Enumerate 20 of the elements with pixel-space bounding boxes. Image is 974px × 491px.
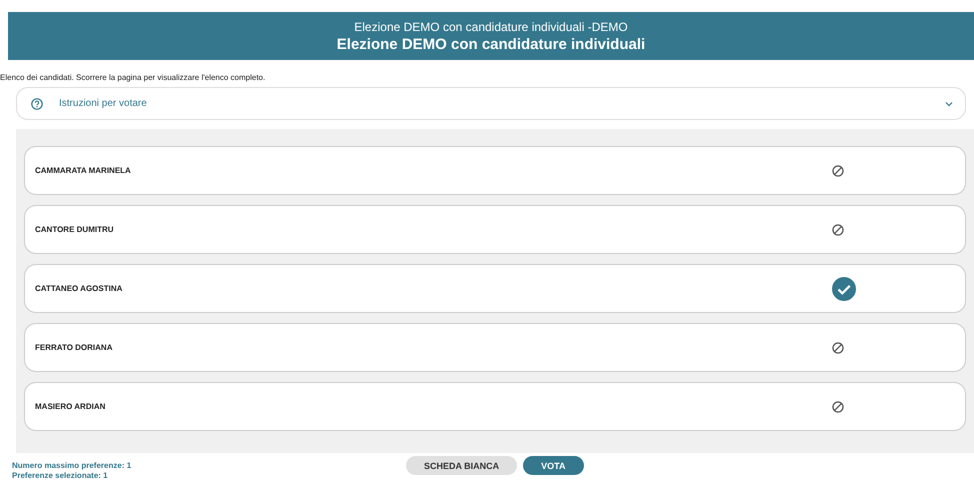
selected-preferences-text: Preferenze selezionate: 1 xyxy=(12,471,109,480)
candidate-row[interactable]: CATTANEO AGOSTINA xyxy=(24,264,966,313)
candidate-name: CATTANEO AGOSTINA xyxy=(35,284,124,293)
election-title: Elezione DEMO con candidature individuali xyxy=(336,36,646,53)
chevron-icon xyxy=(945,100,953,106)
candidate-name: MASIERO ARDIAN xyxy=(35,402,106,411)
candidate-row[interactable]: FERRATO DORIANA xyxy=(24,323,966,372)
instructions-accordion[interactable]: Istruzioni per votare xyxy=(16,87,966,120)
vote-button[interactable]: VOTA xyxy=(523,456,584,475)
candidate-name: CAMMARATA MARINELA xyxy=(35,166,132,175)
help-icon xyxy=(31,98,43,110)
blank-ballot-button[interactable]: SCHEDA BIANCA xyxy=(406,456,518,475)
election-subtitle: Elezione DEMO con candidature individuali -DEMO xyxy=(354,20,628,34)
intro-text: Elenco dei candidati. Scorrere la pagina per visualizzare l'elenco completo. xyxy=(0,73,266,82)
candidate-name: CANTORE DUMITRU xyxy=(35,225,115,234)
candidate-row[interactable]: CANTORE DUMITRU xyxy=(24,205,966,254)
candidate-row[interactable]: MASIERO ARDIAN xyxy=(24,382,966,431)
max-preferences-text: Numero massimo preferenze: 1 xyxy=(12,461,132,470)
candidate-name: FERRATO DORIANA xyxy=(35,343,114,352)
candidate-row[interactable]: CAMMARATA MARINELA xyxy=(24,146,966,195)
